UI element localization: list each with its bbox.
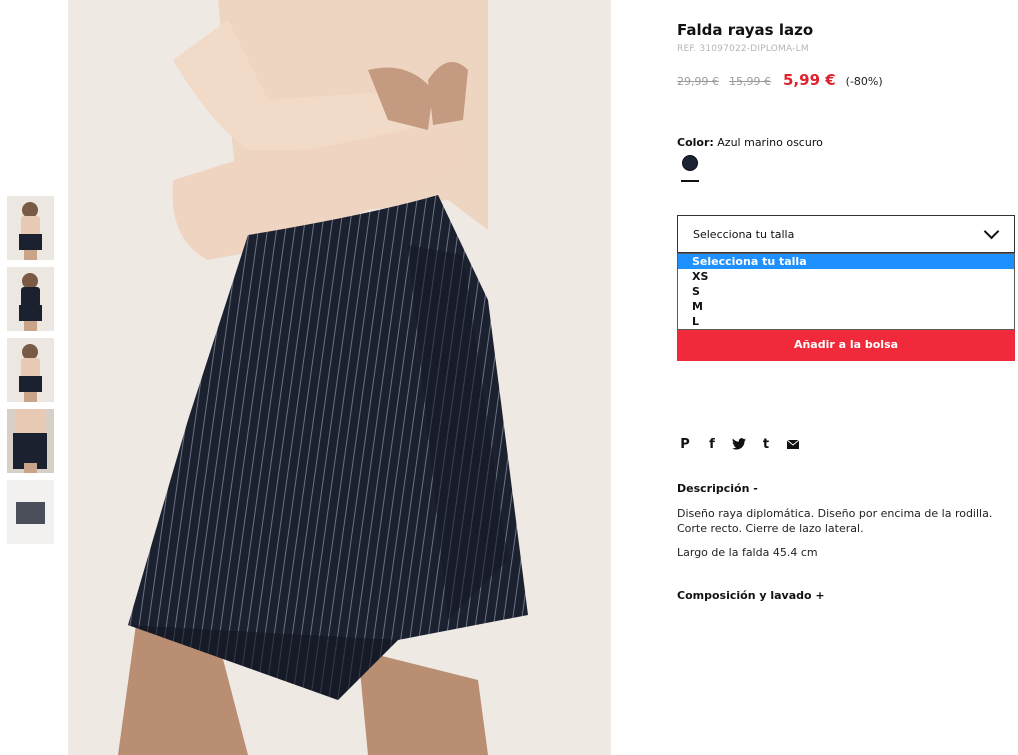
size-option-xs[interactable]: XS <box>678 269 1014 284</box>
thumbnail-4[interactable] <box>7 409 54 473</box>
description-toggle[interactable]: Descripción - <box>677 482 758 495</box>
product-photo <box>68 0 611 755</box>
size-option-l[interactable]: L <box>678 314 1014 329</box>
color-label: Color: <box>677 136 714 149</box>
description-body: Diseño raya diplomática. Diseño por enci… <box>677 506 1007 569</box>
email-icon[interactable] <box>785 436 801 452</box>
color-swatch-navy[interactable] <box>682 155 698 171</box>
color-value: Azul marino oscuro <box>717 136 823 149</box>
twitter-icon[interactable] <box>731 436 747 452</box>
pinterest-icon[interactable]: P <box>677 436 693 452</box>
original-price: 29,99 € <box>677 75 719 88</box>
product-main-image[interactable] <box>68 0 611 755</box>
composition-toggle[interactable]: Composición y lavado + <box>677 589 825 602</box>
thumbnail-1[interactable] <box>7 196 54 260</box>
size-option-m[interactable]: M <box>678 299 1014 314</box>
thumbnail-5[interactable] <box>7 480 54 544</box>
add-to-bag-button[interactable]: Añadir a la bolsa <box>677 327 1015 361</box>
current-price: 5,99 € <box>783 71 836 89</box>
discount-badge: (-80%) <box>845 75 883 88</box>
size-select[interactable]: Selecciona tu talla <box>677 215 1015 253</box>
description-length: Largo de la falda 45.4 cm <box>677 546 818 559</box>
facebook-icon[interactable]: f <box>704 436 720 452</box>
size-option-placeholder[interactable]: Selecciona tu talla <box>678 254 1014 269</box>
color-info: Color: Azul marino oscuro <box>677 136 823 149</box>
size-select-value: Selecciona tu talla <box>693 227 795 241</box>
size-option-s[interactable]: S <box>678 284 1014 299</box>
price-row: 29,99 € 15,99 € 5,99 € (-80%) <box>677 71 883 89</box>
selected-swatch-indicator <box>681 180 699 182</box>
product-reference: REF. 31097022-DIPLOMA-LM <box>677 44 809 54</box>
size-dropdown-list: Selecciona tu talla XS S M L <box>677 253 1015 330</box>
previous-price: 15,99 € <box>729 75 771 88</box>
tumblr-icon[interactable]: t <box>758 436 774 452</box>
thumbnail-2[interactable] <box>7 267 54 331</box>
share-icons: P f t <box>677 436 801 452</box>
description-text: Diseño raya diplomática. Diseño por enci… <box>677 507 993 535</box>
chevron-down-icon <box>983 223 1000 240</box>
thumbnail-3[interactable] <box>7 338 54 402</box>
product-title: Falda rayas lazo <box>677 21 814 39</box>
thumbnail-gallery <box>7 196 55 551</box>
